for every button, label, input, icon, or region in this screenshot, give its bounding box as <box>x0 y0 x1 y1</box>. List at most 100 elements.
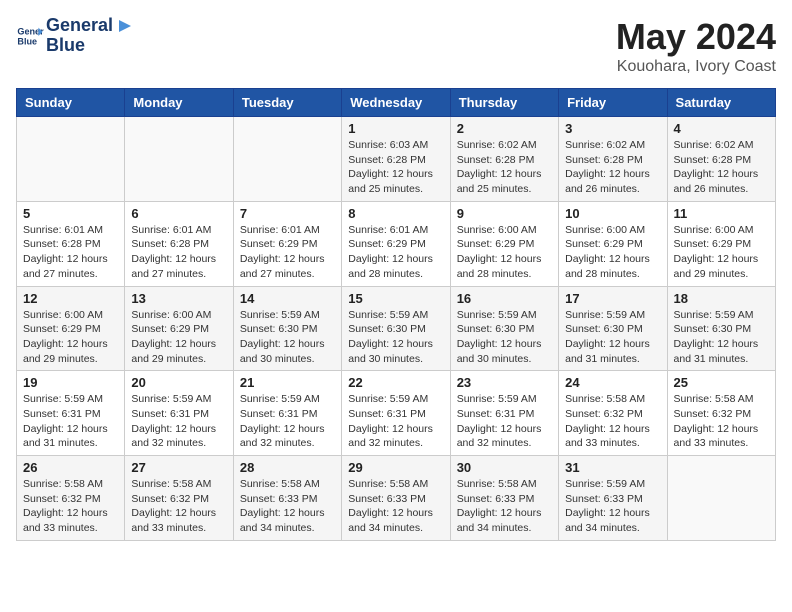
day-number: 3 <box>565 121 660 136</box>
day-info: Sunrise: 5:59 AM Sunset: 6:30 PM Dayligh… <box>240 308 335 367</box>
day-number: 7 <box>240 206 335 221</box>
calendar-cell: 3 Sunrise: 6:02 AM Sunset: 6:28 PM Daylig… <box>559 117 667 202</box>
day-info: Sunrise: 6:00 AM Sunset: 6:29 PM Dayligh… <box>565 223 660 282</box>
day-info: Sunrise: 5:59 AM Sunset: 6:33 PM Dayligh… <box>565 477 660 536</box>
calendar-week-5: 26Sunrise: 5:58 AM Sunset: 6:32 PM Dayli… <box>17 456 776 541</box>
day-info: Sunrise: 5:59 AM Sunset: 6:30 PM Dayligh… <box>565 308 660 367</box>
day-info: Sunrise: 5:58 AM Sunset: 6:33 PM Dayligh… <box>457 477 552 536</box>
day-info: Sunrise: 5:59 AM Sunset: 6:30 PM Dayligh… <box>348 308 443 367</box>
calendar-cell <box>17 117 125 202</box>
day-number: 16 <box>457 291 552 306</box>
day-number: 25 <box>674 375 769 390</box>
weekday-header-row: SundayMondayTuesdayWednesdayThursdayFrid… <box>17 89 776 117</box>
day-info: Sunrise: 5:59 AM Sunset: 6:31 PM Dayligh… <box>23 392 118 451</box>
calendar-cell: 19 Sunrise: 5:59 AM Sunset: 6:31 PM Dayli… <box>17 371 125 456</box>
logo-icon: General Blue <box>16 22 44 50</box>
day-info: Sunrise: 6:00 AM Sunset: 6:29 PM Dayligh… <box>674 223 769 282</box>
day-number: 23 <box>457 375 552 390</box>
calendar-cell: 18 Sunrise: 5:59 AM Sunset: 6:30 PM Dayli… <box>667 286 775 371</box>
calendar-cell: 22 Sunrise: 5:59 AM Sunset: 6:31 PM Dayli… <box>342 371 450 456</box>
logo-arrow-icon <box>115 16 135 36</box>
day-info: Sunrise: 5:58 AM Sunset: 6:32 PM Dayligh… <box>565 392 660 451</box>
location-title: Kouohara, Ivory Coast <box>616 58 776 76</box>
day-number: 2 <box>457 121 552 136</box>
weekday-header-friday: Friday <box>559 89 667 117</box>
day-number: 20 <box>131 375 226 390</box>
calendar-week-2: 5 Sunrise: 6:01 AM Sunset: 6:28 PM Daylig… <box>17 201 776 286</box>
day-info: Sunrise: 5:59 AM Sunset: 6:30 PM Dayligh… <box>674 308 769 367</box>
calendar-cell: 16 Sunrise: 5:59 AM Sunset: 6:30 PM Dayli… <box>450 286 558 371</box>
day-info: Sunrise: 6:00 AM Sunset: 6:29 PM Dayligh… <box>23 308 118 367</box>
day-info: Sunrise: 5:59 AM Sunset: 6:31 PM Dayligh… <box>348 392 443 451</box>
day-info: Sunrise: 6:01 AM Sunset: 6:28 PM Dayligh… <box>131 223 226 282</box>
calendar-header: SundayMondayTuesdayWednesdayThursdayFrid… <box>17 89 776 117</box>
day-number: 17 <box>565 291 660 306</box>
day-number: 18 <box>674 291 769 306</box>
day-number: 12 <box>23 291 118 306</box>
day-info: Sunrise: 6:02 AM Sunset: 6:28 PM Dayligh… <box>674 138 769 197</box>
calendar-cell: 1 Sunrise: 6:03 AM Sunset: 6:28 PM Daylig… <box>342 117 450 202</box>
day-number: 30 <box>457 460 552 475</box>
calendar-cell: 24Sunrise: 5:58 AM Sunset: 6:32 PM Dayli… <box>559 371 667 456</box>
calendar-cell <box>125 117 233 202</box>
day-info: Sunrise: 5:59 AM Sunset: 6:31 PM Dayligh… <box>240 392 335 451</box>
day-number: 15 <box>348 291 443 306</box>
calendar-week-4: 19 Sunrise: 5:59 AM Sunset: 6:31 PM Dayli… <box>17 371 776 456</box>
month-title: May 2024 <box>616 16 776 58</box>
calendar-cell <box>667 456 775 541</box>
day-number: 9 <box>457 206 552 221</box>
calendar-body: 1 Sunrise: 6:03 AM Sunset: 6:28 PM Daylig… <box>17 117 776 541</box>
calendar-cell: 17 Sunrise: 5:59 AM Sunset: 6:30 PM Dayli… <box>559 286 667 371</box>
day-number: 31 <box>565 460 660 475</box>
day-info: Sunrise: 5:58 AM Sunset: 6:32 PM Dayligh… <box>23 477 118 536</box>
calendar-cell: 5 Sunrise: 6:01 AM Sunset: 6:28 PM Daylig… <box>17 201 125 286</box>
day-info: Sunrise: 6:01 AM Sunset: 6:28 PM Dayligh… <box>23 223 118 282</box>
day-number: 6 <box>131 206 226 221</box>
title-area: May 2024 Kouohara, Ivory Coast <box>616 16 776 76</box>
day-info: Sunrise: 6:01 AM Sunset: 6:29 PM Dayligh… <box>240 223 335 282</box>
day-number: 8 <box>348 206 443 221</box>
day-number: 4 <box>674 121 769 136</box>
calendar-cell: 20 Sunrise: 5:59 AM Sunset: 6:31 PM Dayli… <box>125 371 233 456</box>
day-number: 5 <box>23 206 118 221</box>
calendar-week-3: 12 Sunrise: 6:00 AM Sunset: 6:29 PM Dayli… <box>17 286 776 371</box>
weekday-header-wednesday: Wednesday <box>342 89 450 117</box>
calendar-cell: 10Sunrise: 6:00 AM Sunset: 6:29 PM Dayli… <box>559 201 667 286</box>
weekday-header-saturday: Saturday <box>667 89 775 117</box>
day-number: 1 <box>348 121 443 136</box>
logo: General Blue General Blue <box>16 16 135 56</box>
day-info: Sunrise: 6:00 AM Sunset: 6:29 PM Dayligh… <box>131 308 226 367</box>
logo-general: General <box>46 16 113 36</box>
calendar-cell: 13Sunrise: 6:00 AM Sunset: 6:29 PM Dayli… <box>125 286 233 371</box>
day-number: 21 <box>240 375 335 390</box>
calendar-cell: 31 Sunrise: 5:59 AM Sunset: 6:33 PM Dayli… <box>559 456 667 541</box>
calendar-cell: 9Sunrise: 6:00 AM Sunset: 6:29 PM Daylig… <box>450 201 558 286</box>
calendar-cell: 23 Sunrise: 5:59 AM Sunset: 6:31 PM Dayli… <box>450 371 558 456</box>
page-header: General Blue General Blue May 2024 Kouoh… <box>16 16 776 76</box>
day-info: Sunrise: 6:02 AM Sunset: 6:28 PM Dayligh… <box>457 138 552 197</box>
day-number: 11 <box>674 206 769 221</box>
calendar-cell: 26Sunrise: 5:58 AM Sunset: 6:32 PM Dayli… <box>17 456 125 541</box>
day-info: Sunrise: 6:03 AM Sunset: 6:28 PM Dayligh… <box>348 138 443 197</box>
calendar-cell: 8 Sunrise: 6:01 AM Sunset: 6:29 PM Daylig… <box>342 201 450 286</box>
day-info: Sunrise: 5:58 AM Sunset: 6:32 PM Dayligh… <box>131 477 226 536</box>
calendar-cell: 6 Sunrise: 6:01 AM Sunset: 6:28 PM Daylig… <box>125 201 233 286</box>
calendar-cell: 27 Sunrise: 5:58 AM Sunset: 6:32 PM Dayli… <box>125 456 233 541</box>
weekday-header-thursday: Thursday <box>450 89 558 117</box>
calendar-cell: 14Sunrise: 5:59 AM Sunset: 6:30 PM Dayli… <box>233 286 341 371</box>
day-info: Sunrise: 5:59 AM Sunset: 6:31 PM Dayligh… <box>457 392 552 451</box>
calendar-cell: 7 Sunrise: 6:01 AM Sunset: 6:29 PM Daylig… <box>233 201 341 286</box>
calendar-cell: 4 Sunrise: 6:02 AM Sunset: 6:28 PM Daylig… <box>667 117 775 202</box>
calendar-table: SundayMondayTuesdayWednesdayThursdayFrid… <box>16 88 776 541</box>
calendar-cell: 29Sunrise: 5:58 AM Sunset: 6:33 PM Dayli… <box>342 456 450 541</box>
weekday-header-tuesday: Tuesday <box>233 89 341 117</box>
day-info: Sunrise: 5:59 AM Sunset: 6:31 PM Dayligh… <box>131 392 226 451</box>
day-number: 19 <box>23 375 118 390</box>
day-info: Sunrise: 5:59 AM Sunset: 6:30 PM Dayligh… <box>457 308 552 367</box>
day-info: Sunrise: 6:02 AM Sunset: 6:28 PM Dayligh… <box>565 138 660 197</box>
calendar-week-1: 1 Sunrise: 6:03 AM Sunset: 6:28 PM Daylig… <box>17 117 776 202</box>
calendar-cell: 28Sunrise: 5:58 AM Sunset: 6:33 PM Dayli… <box>233 456 341 541</box>
day-info: Sunrise: 6:01 AM Sunset: 6:29 PM Dayligh… <box>348 223 443 282</box>
day-number: 22 <box>348 375 443 390</box>
day-number: 27 <box>131 460 226 475</box>
